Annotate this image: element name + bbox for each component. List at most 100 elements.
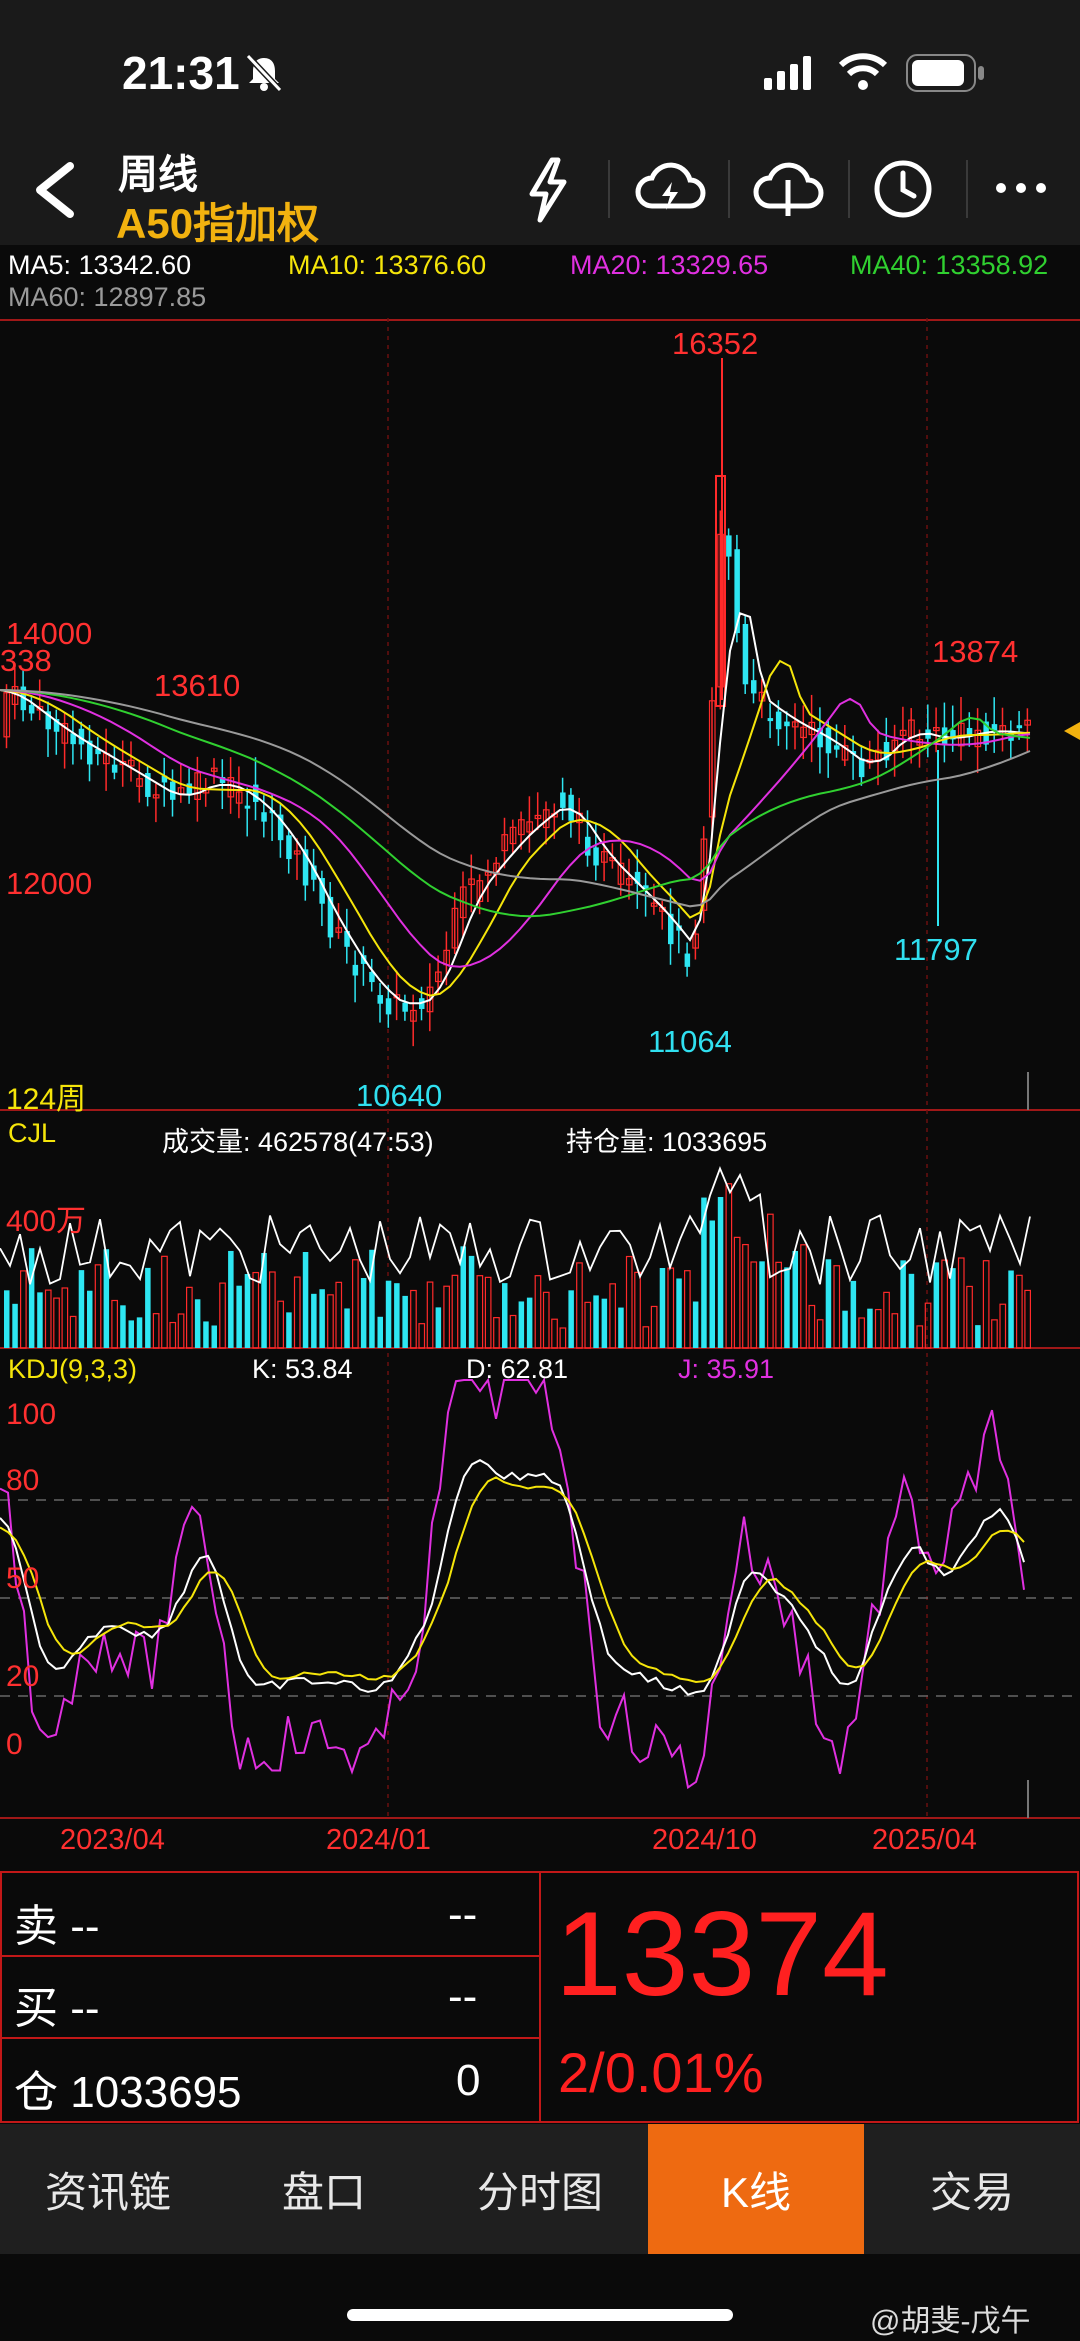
volume-bar: [186, 1286, 193, 1349]
low-annotation-1: 10640: [356, 1078, 443, 1113]
candle-body: [825, 727, 832, 754]
volume-bar: [601, 1298, 608, 1348]
x-label-2023-04: 2023/04: [60, 1824, 165, 1856]
kdj-indicator-label[interactable]: KDJ(9,3,3): [8, 1354, 137, 1385]
volume-bar: [625, 1255, 633, 1349]
volume-bar: [908, 1273, 915, 1348]
divider: [608, 160, 610, 218]
volume-bar: [69, 1315, 77, 1349]
volume-bar: [152, 1313, 160, 1349]
tab-news[interactable]: 资讯链: [0, 2124, 216, 2254]
volume-bar: [161, 1255, 168, 1349]
volume-bar: [394, 1283, 400, 1348]
tab-trade[interactable]: 交易: [864, 2124, 1080, 2254]
volume-bar: [950, 1268, 956, 1348]
back-chevron-icon[interactable]: [30, 160, 80, 220]
volume-bar: [111, 1299, 119, 1349]
volume-bar: [659, 1267, 666, 1348]
tab-intraday[interactable]: 分时图: [432, 2124, 648, 2254]
instrument-title[interactable]: A50指加权: [116, 190, 319, 251]
ma10-line: [0, 659, 1031, 997]
volume-bar: [78, 1270, 85, 1348]
volume-bar: [12, 1303, 18, 1348]
volume-bar: [825, 1259, 832, 1348]
volume-bar: [468, 1255, 475, 1348]
volume-bar: [784, 1267, 790, 1348]
volume-bar: [916, 1325, 924, 1349]
kdj-y-50: 50: [6, 1562, 40, 1595]
volume-bar: [874, 1308, 882, 1349]
kline-chart[interactable]: [0, 318, 1080, 1874]
volume-scale-label: 400万: [6, 1205, 87, 1238]
volume-bar: [410, 1289, 417, 1349]
volume-bar: [426, 1281, 434, 1349]
tab-kline[interactable]: K线: [648, 2124, 864, 2254]
candle-body: [858, 758, 865, 778]
volume-bar: [1015, 1274, 1023, 1349]
candle-body: [726, 535, 732, 557]
volume-bar: [568, 1290, 574, 1348]
volume-indicator-label[interactable]: CJL: [8, 1118, 56, 1149]
kdj-y-100: 100: [6, 1398, 57, 1431]
volume-bar: [642, 1326, 650, 1349]
volume-bar: [252, 1271, 260, 1349]
volume-bar: [4, 1290, 10, 1348]
volume-bar: [833, 1265, 841, 1349]
volume-bar: [120, 1305, 126, 1348]
ma20-line: [0, 689, 1031, 968]
volume-bar: [709, 1220, 715, 1348]
volume-bar: [1024, 1289, 1032, 1349]
kdj-y-80: 80: [6, 1464, 40, 1497]
right-high-annotation: 13874: [932, 634, 1019, 669]
more-icon[interactable]: [994, 180, 1048, 196]
volume-bar: [634, 1271, 641, 1349]
volume-bar: [94, 1264, 102, 1349]
volume-bar: [559, 1327, 567, 1349]
volume-bar: [808, 1304, 816, 1349]
candle-body: [751, 680, 757, 694]
volume-bar: [526, 1297, 533, 1348]
volume-bar: [211, 1325, 217, 1348]
volume-bar: [136, 1317, 143, 1348]
volume-bar: [443, 1285, 450, 1349]
candle-body: [1016, 725, 1023, 729]
candle-body: [286, 835, 292, 860]
status-time: 21:31: [122, 47, 240, 99]
candle-body: [377, 995, 383, 1004]
volume-bar: [203, 1321, 209, 1348]
volume-bar: [733, 1236, 741, 1349]
divider: [966, 160, 968, 218]
volume-bar: [493, 1317, 500, 1349]
volume-bar: [850, 1280, 857, 1348]
volume-bar: [858, 1317, 866, 1349]
volume-bar: [87, 1290, 93, 1348]
volume-bar: [676, 1278, 682, 1348]
tab-orderbook[interactable]: 盘口: [216, 2124, 432, 2254]
ma60-value: MA60: 12897.85: [8, 282, 207, 312]
home-indicator[interactable]: [347, 2309, 733, 2321]
volume-bar: [269, 1271, 276, 1349]
cloud-lightning-icon[interactable]: [634, 160, 706, 220]
volume-bar: [891, 1313, 899, 1349]
last-price: 13374: [555, 1887, 889, 2021]
watermark: @胡斐-戊午: [870, 2305, 1031, 2338]
y-label-12000: 12000: [6, 866, 93, 901]
volume-bar: [750, 1261, 758, 1349]
wifi-icon: [838, 53, 888, 90]
volume-bar: [145, 1267, 151, 1348]
volume-bar: [418, 1323, 426, 1349]
volume-bar: [194, 1299, 201, 1348]
volume-bar: [941, 1259, 949, 1349]
price-change: 2/0.01%: [558, 2041, 764, 2104]
clock-icon[interactable]: [872, 158, 934, 220]
volume-bar: [169, 1321, 177, 1349]
volume-bar: [883, 1291, 890, 1349]
kdj-j-line: [0, 1377, 1025, 1790]
lightning-icon[interactable]: [522, 156, 574, 224]
volume-bar: [518, 1301, 525, 1348]
cloud-split-icon[interactable]: [752, 160, 824, 220]
candle-body: [568, 794, 574, 821]
volume-bar: [593, 1295, 599, 1348]
volume-bar: [484, 1276, 492, 1349]
volume-bar: [1008, 1270, 1014, 1348]
